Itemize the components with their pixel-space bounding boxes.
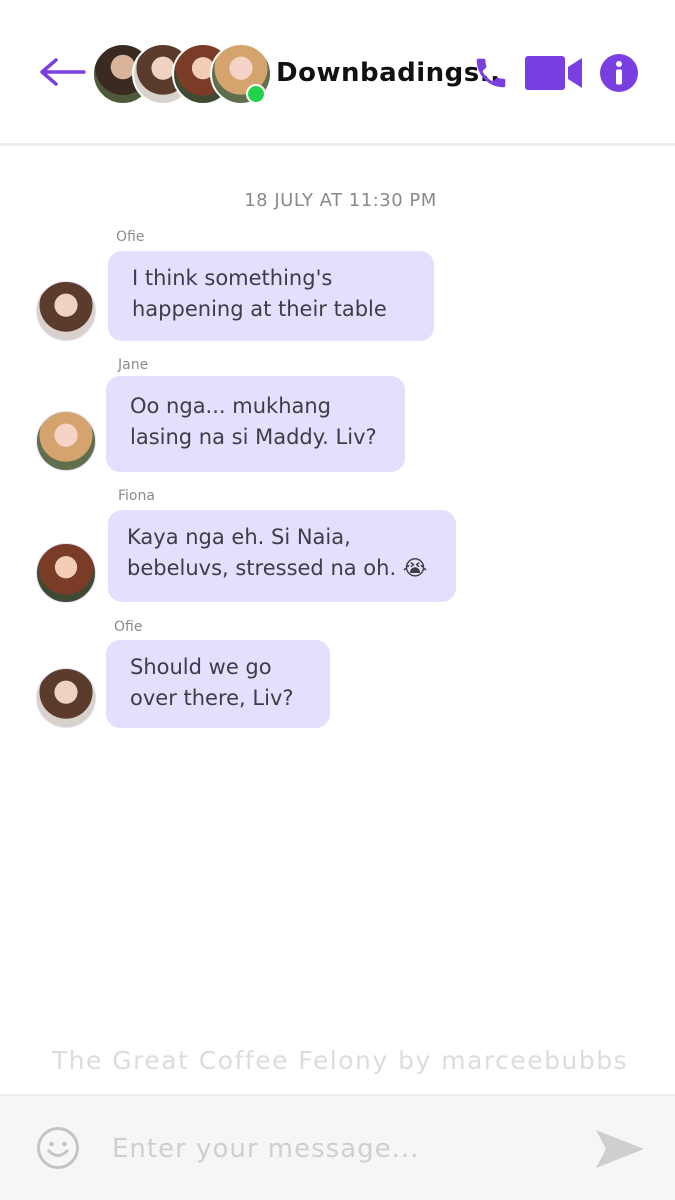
back-button[interactable] xyxy=(36,52,92,92)
date-separator: 18 JULY AT 11:30 PM xyxy=(244,190,437,211)
message-text-line: I think something's xyxy=(132,266,333,290)
message-bubble[interactable]: Should we go over there, Liv? xyxy=(106,640,330,728)
call-button[interactable] xyxy=(472,54,510,92)
message-text-line: Kaya nga eh. Si Naia, xyxy=(127,525,351,549)
sender-name: Fiona xyxy=(118,488,155,504)
avatar[interactable] xyxy=(36,281,96,341)
watermark-text: The Great Coffee Felony by marceebubbs xyxy=(51,1046,629,1075)
message-bubble[interactable]: I think something's happening at their t… xyxy=(108,251,434,341)
message-composer xyxy=(0,1094,675,1200)
message-text-line: over there, Liv? xyxy=(130,686,294,710)
phone-icon xyxy=(476,58,506,88)
message-bubble[interactable]: Oo nga... mukhang lasing na si Maddy. Li… xyxy=(106,376,405,472)
emoji-button[interactable] xyxy=(36,1126,80,1170)
sender-name: Ofie xyxy=(114,619,143,635)
message-text-line: happening at their table xyxy=(132,297,387,321)
smiley-face-icon xyxy=(37,1127,79,1169)
video-camera-icon xyxy=(525,56,582,90)
send-arrow-icon xyxy=(596,1130,644,1168)
avatar[interactable] xyxy=(36,668,96,728)
chat-title[interactable]: Downbadings.. xyxy=(276,58,501,88)
info-icon xyxy=(600,54,638,92)
avatar[interactable] xyxy=(36,543,96,603)
message-text-line: Should we go xyxy=(130,655,272,679)
info-button[interactable] xyxy=(599,53,639,93)
chat-header: Downbadings.. xyxy=(0,0,675,146)
message-text-line: bebeluvs, stressed na oh. 😭 xyxy=(127,556,428,580)
back-arrow-icon xyxy=(40,58,86,86)
sender-name: Ofie xyxy=(116,229,145,245)
avatar[interactable] xyxy=(36,411,96,471)
video-call-button[interactable] xyxy=(524,54,584,92)
online-status-dot xyxy=(246,84,266,104)
sender-name: Jane xyxy=(118,357,149,373)
message-bubble[interactable]: Kaya nga eh. Si Naia, bebeluvs, stressed… xyxy=(108,510,456,602)
send-button[interactable] xyxy=(594,1128,646,1170)
message-text-line: Oo nga... mukhang xyxy=(130,394,332,418)
group-avatars[interactable] xyxy=(92,43,272,105)
message-input[interactable] xyxy=(112,1128,572,1170)
message-text-line: lasing na si Maddy. Liv? xyxy=(130,425,377,449)
